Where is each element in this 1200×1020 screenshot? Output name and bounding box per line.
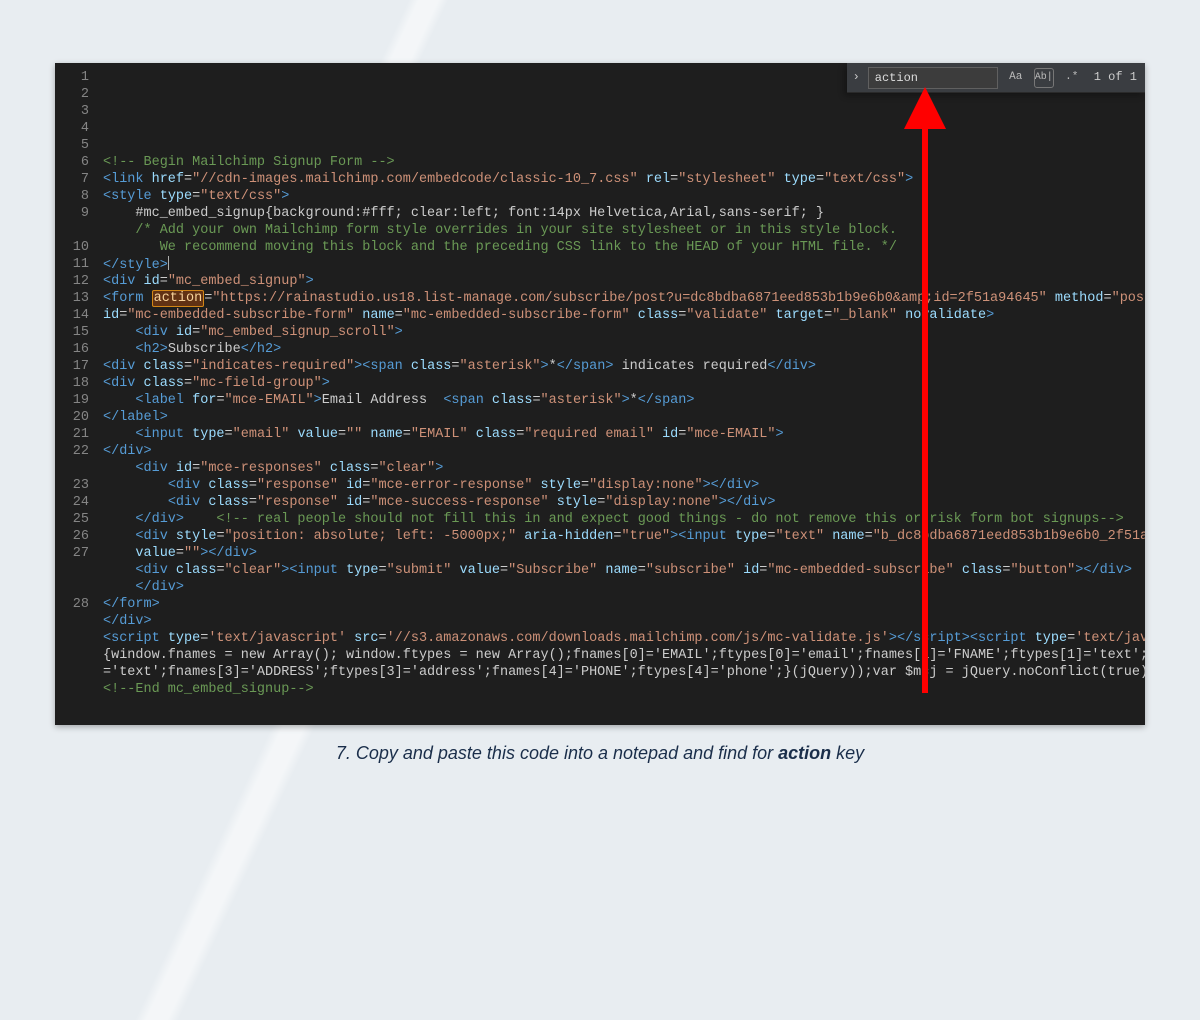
code-line[interactable]: </label> [103,409,1145,426]
line-number: 6 [55,154,89,171]
code-line[interactable]: <div id="mc_embed_signup_scroll"> [103,324,1145,341]
line-number: 5 [55,137,89,154]
code-line[interactable]: <div style="position: absolute; left: -5… [103,528,1145,545]
line-number: 28 [55,596,89,613]
line-number: 19 [55,392,89,409]
code-line[interactable]: <div class="mc-field-group"> [103,375,1145,392]
figure-caption: 7. Copy and paste this code into a notep… [0,743,1200,764]
code-line[interactable]: /* Add your own Mailchimp form style ove… [103,222,1145,239]
code-line[interactable]: <!-- Begin Mailchimp Signup Form --> [103,154,1145,171]
search-result-count: 1 of 1 [1094,69,1137,86]
search-bar: › Aa Ab| .* 1 of 1 [847,63,1145,93]
line-number: 15 [55,324,89,341]
line-number [55,579,89,596]
code-line[interactable]: <div class="indicates-required"><span cl… [103,358,1145,375]
code-line[interactable]: <script type='text/javascript' src='//s3… [103,630,1145,647]
line-number [55,222,89,239]
code-line[interactable]: <div id="mc_embed_signup"> [103,273,1145,290]
code-editor: 1234567891011121314151617181920212223242… [55,63,1145,725]
line-number [55,460,89,477]
line-number: 3 [55,103,89,120]
code-line[interactable]: </div> [103,579,1145,596]
line-number: 21 [55,426,89,443]
line-number: 14 [55,307,89,324]
line-number: 10 [55,239,89,256]
line-number: 4 [55,120,89,137]
code-line[interactable]: <div class="clear"><input type="submit" … [103,562,1145,579]
code-line[interactable]: <div id="mce-responses" class="clear"> [103,460,1145,477]
code-line[interactable]: <link href="//cdn-images.mailchimp.com/e… [103,171,1145,188]
line-number: 26 [55,528,89,545]
code-line[interactable]: <div class="response" id="mce-success-re… [103,494,1145,511]
code-line[interactable]: #mc_embed_signup{background:#fff; clear:… [103,205,1145,222]
line-number: 12 [55,273,89,290]
line-number: 16 [55,341,89,358]
code-line[interactable]: </div> [103,443,1145,460]
line-number: 17 [55,358,89,375]
code-line[interactable]: <form action="https://rainastudio.us18.l… [103,290,1145,307]
line-number: 1 [55,69,89,86]
code-line[interactable]: </div> [103,613,1145,630]
regex-toggle[interactable]: .* [1062,68,1082,88]
code-line[interactable]: id="mc-embedded-subscribe-form" name="mc… [103,307,1145,324]
code-line[interactable]: ='text';fnames[3]='ADDRESS';ftypes[3]='a… [103,664,1145,681]
expand-replace-icon[interactable]: › [853,69,860,86]
code-area[interactable]: › Aa Ab| .* 1 of 1 <!-- Begin Mailchimp … [99,63,1145,725]
line-number: 9 [55,205,89,222]
code-line[interactable]: {window.fnames = new Array(); window.fty… [103,647,1145,664]
line-number: 13 [55,290,89,307]
match-case-toggle[interactable]: Aa [1006,68,1026,88]
code-line[interactable]: <div class="response" id="mce-error-resp… [103,477,1145,494]
line-number: 25 [55,511,89,528]
line-number: 24 [55,494,89,511]
line-number: 11 [55,256,89,273]
code-line[interactable]: <!--End mc_embed_signup--> [103,681,1145,698]
caption-suffix: key [831,743,864,763]
line-number: 23 [55,477,89,494]
code-line[interactable]: value=""></div> [103,545,1145,562]
code-line[interactable]: </style> [103,256,1145,273]
line-number: 27 [55,545,89,562]
line-number [55,562,89,579]
line-number-gutter: 1234567891011121314151617181920212223242… [55,63,99,725]
line-number: 18 [55,375,89,392]
line-number: 20 [55,409,89,426]
code-line[interactable]: <h2>Subscribe</h2> [103,341,1145,358]
caption-keyword: action [778,743,831,763]
code-line[interactable]: We recommend moving this block and the p… [103,239,1145,256]
search-input[interactable] [868,67,998,89]
code-line[interactable]: </form> [103,596,1145,613]
code-line[interactable]: <label for="mce-EMAIL">Email Address <sp… [103,392,1145,409]
code-line[interactable]: <input type="email" value="" name="EMAIL… [103,426,1145,443]
code-line[interactable]: <style type="text/css"> [103,188,1145,205]
match-whole-word-toggle[interactable]: Ab| [1034,68,1054,88]
code-line[interactable]: </div> <!-- real people should not fill … [103,511,1145,528]
line-number: 2 [55,86,89,103]
line-number: 22 [55,443,89,460]
line-number: 7 [55,171,89,188]
line-number: 8 [55,188,89,205]
caption-prefix: 7. Copy and paste this code into a notep… [336,743,778,763]
